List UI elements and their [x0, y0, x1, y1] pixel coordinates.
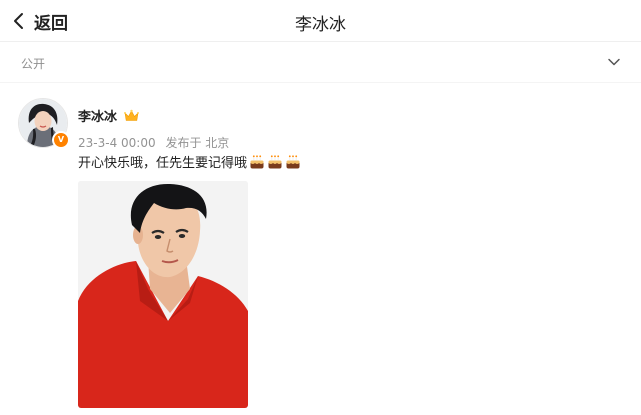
author-name[interactable]: 李冰冰: [78, 106, 117, 125]
post-date: 23-3-4 00:00: [78, 136, 156, 150]
avatar-wrapper: V: [18, 98, 70, 150]
crown-icon: [124, 109, 140, 121]
birthday-cake-icon: [286, 154, 300, 168]
post-text: 开心快乐哦，任先生要记得哦: [78, 156, 248, 171]
post-meta: 23-3-4 00:00 发布于 北京: [78, 134, 235, 151]
post-text-row: 开心快乐哦，任先生要记得哦: [78, 152, 301, 171]
birthday-cake-icon: [268, 154, 282, 168]
post-location: 发布于 北京: [165, 136, 230, 150]
verified-badge-icon: V: [52, 131, 70, 149]
post-photo-image: [78, 181, 248, 408]
post-photo[interactable]: [78, 181, 248, 408]
top-bar: 返回 李冰冰: [0, 0, 641, 42]
divider: [0, 82, 641, 83]
page-title: 李冰冰: [295, 15, 346, 35]
birthday-cake-icon: [250, 154, 264, 168]
visibility-label: 公开: [21, 57, 46, 71]
visibility-row[interactable]: 公开: [0, 42, 641, 82]
chevron-down-icon[interactable]: [607, 55, 621, 69]
username-row: 李冰冰: [78, 106, 140, 125]
